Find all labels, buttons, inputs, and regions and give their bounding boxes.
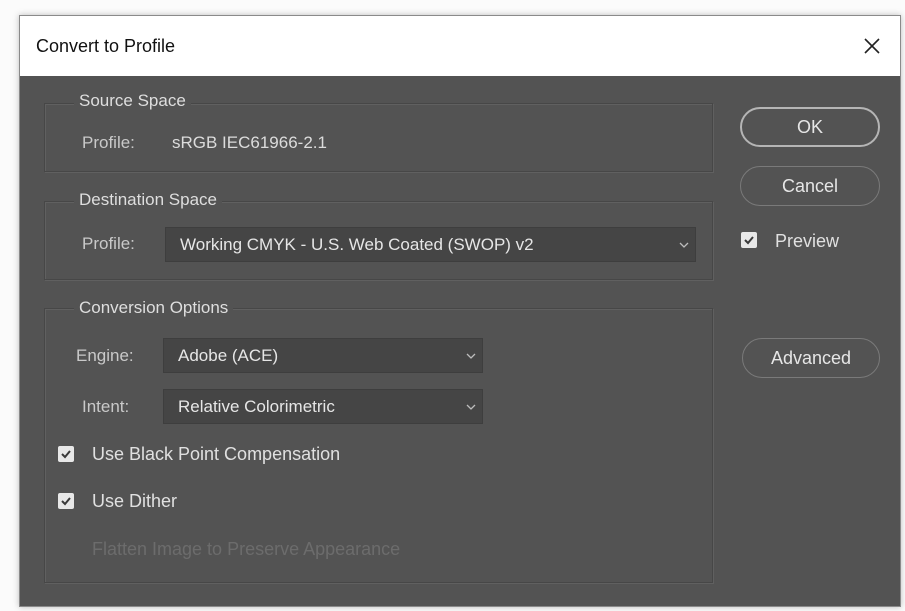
close-icon <box>864 38 880 54</box>
destination-profile-label: Profile: <box>82 234 135 253</box>
checkmark-icon <box>61 497 71 506</box>
checkmark-icon <box>61 450 71 459</box>
conversion-options-heading: Conversion Options <box>74 298 234 318</box>
dither-checkbox[interactable] <box>58 493 74 509</box>
intent-select[interactable]: Relative Colorimetric <box>163 389 483 424</box>
intent-value: Relative Colorimetric <box>178 396 335 416</box>
source-space-group <box>44 103 713 172</box>
destination-space-heading: Destination Space <box>74 190 222 210</box>
black-point-checkbox[interactable] <box>58 446 74 462</box>
chevron-down-icon <box>466 339 476 372</box>
cancel-button[interactable]: Cancel <box>740 166 880 206</box>
chevron-down-icon <box>679 228 689 261</box>
ok-button[interactable]: OK <box>740 107 880 147</box>
intent-label: Intent: <box>82 397 130 416</box>
preview-checkbox[interactable] <box>741 232 757 248</box>
title-bar: Convert to Profile <box>20 16 900 76</box>
flatten-image-label: Flatten Image to Preserve Appearance <box>92 539 401 559</box>
chevron-down-icon <box>466 390 476 423</box>
black-point-label[interactable]: Use Black Point Compensation <box>92 444 340 464</box>
convert-to-profile-dialog: Convert to Profile Source Space Profile:… <box>19 15 901 607</box>
destination-profile-value: Working CMYK - U.S. Web Coated (SWOP) v2 <box>180 234 534 254</box>
engine-value: Adobe (ACE) <box>178 345 279 365</box>
source-profile-label: Profile: <box>82 133 135 152</box>
source-space-heading: Source Space <box>74 91 191 111</box>
engine-select[interactable]: Adobe (ACE) <box>163 338 483 373</box>
checkmark-icon <box>744 236 754 245</box>
dither-label[interactable]: Use Dither <box>92 491 177 511</box>
preview-label[interactable]: Preview <box>775 231 839 251</box>
advanced-button[interactable]: Advanced <box>742 338 880 378</box>
engine-label: Engine: <box>76 346 134 365</box>
dialog-title: Convert to Profile <box>36 36 176 56</box>
destination-profile-select[interactable]: Working CMYK - U.S. Web Coated (SWOP) v2 <box>165 227 696 262</box>
close-button[interactable] <box>852 24 892 68</box>
source-profile-value: sRGB IEC61966-2.1 <box>172 133 327 152</box>
